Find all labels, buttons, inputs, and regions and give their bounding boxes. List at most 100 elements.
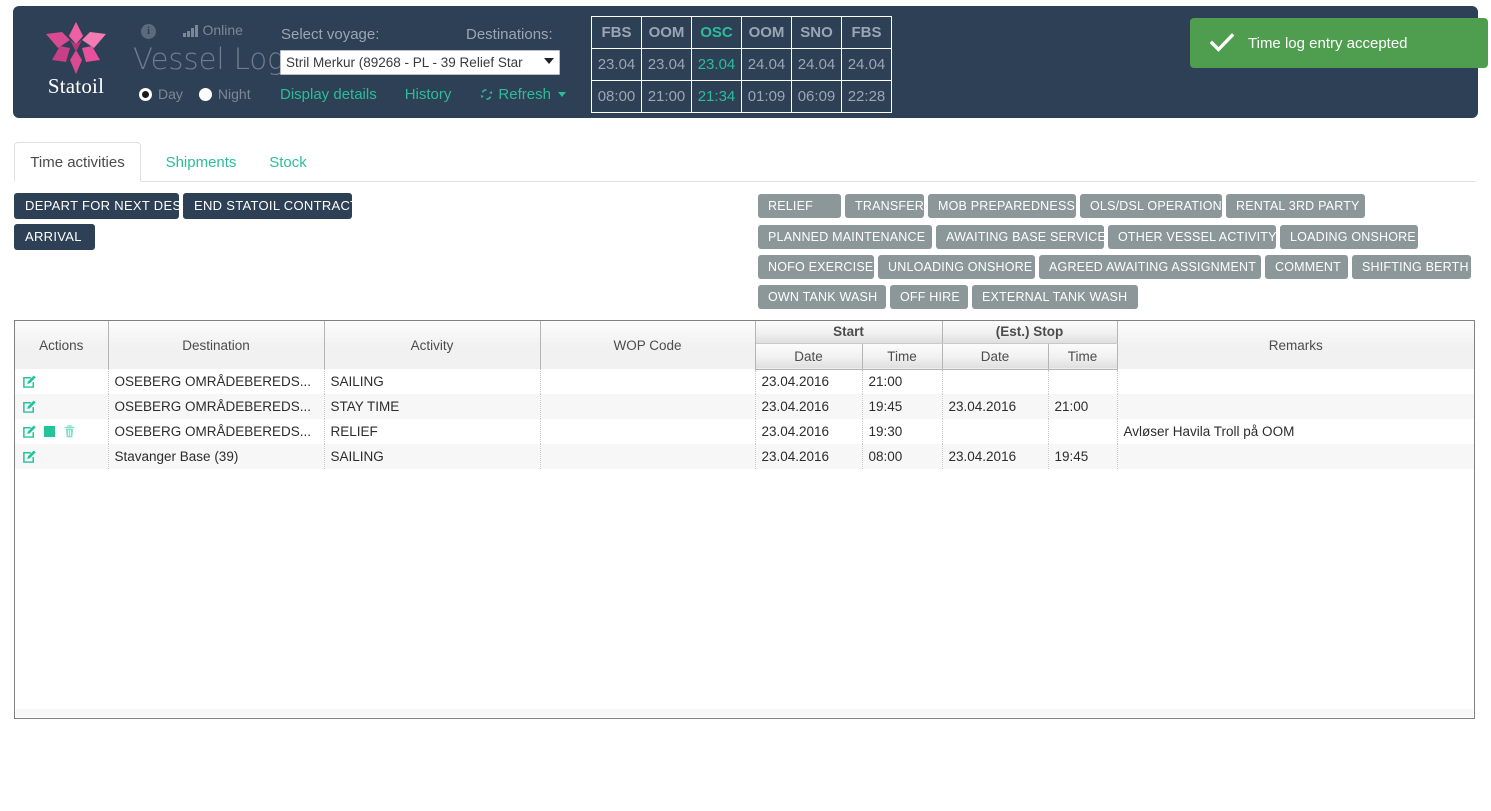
history-link[interactable]: History [405,86,452,103]
arrival-button[interactable]: ARRIVAL [14,224,95,250]
destinations-time-row: 08:00 21:00 21:34 01:09 06:09 22:28 [591,80,892,113]
dest-time-3: 01:09 [741,80,792,113]
cell-start-time: 21:00 [862,369,943,394]
voyage-select[interactable]: Stril Merkur (89268 - PL - 39 Relief Sta… [280,50,560,75]
activity-mob-preparedness-button[interactable]: MOB PREPAREDNESS [928,194,1076,218]
display-details-link[interactable]: Display details [280,86,377,103]
edit-icon[interactable] [22,374,37,389]
table-header-group-row: Actions Destination Activity WOP Code St… [15,321,1475,369]
dest-code-2: OSC [691,16,742,49]
day-night-toggle[interactable]: Day Night [139,86,261,102]
notification-message: Time log entry accepted [1248,34,1408,52]
cell-stop-time [1048,369,1118,394]
edit-icon[interactable] [22,424,37,439]
cell-start-date: 23.04.2016 [755,444,863,469]
dest-time-1: 21:00 [641,80,692,113]
col-activity: Activity [324,321,541,369]
tab-stock[interactable]: Stock [258,142,318,182]
activity-other-vessel-activity-button[interactable]: OTHER VESSEL ACTIVITY [1108,225,1276,249]
activity-awaiting-base-service-button[interactable]: AWAITING BASE SERVICE [936,225,1106,249]
row-actions [15,444,109,469]
cell-wop-code [540,444,756,469]
cell-stop-date [942,369,1049,394]
dest-time-2: 21:34 [691,80,742,113]
connection-status-label: Online [202,22,243,38]
activity-relief-button[interactable]: RELIEF [758,194,841,218]
dest-code-5: FBS [841,16,892,49]
activity-loading-onshore-button[interactable]: LOADING ONSHORE [1280,225,1418,249]
cell-activity: SAILING [324,444,541,469]
cell-activity: SAILING [324,369,541,394]
cell-wop-code [540,419,756,444]
chevron-down-icon [544,58,554,64]
tab-time-activities-label: Time activities [30,153,125,171]
activity-unloading-onshore-button[interactable]: UNLOADING ONSHORE [878,255,1035,279]
cell-destination: Stavanger Base (39) [108,444,325,469]
radio-night-label: Night [217,86,251,102]
row-actions [15,369,109,394]
info-icon[interactable]: i [141,24,156,39]
cell-wop-code [540,394,756,419]
radio-day-label: Day [158,86,183,102]
refresh-label: Refresh [498,86,551,103]
activity-rental-3rd-party-button[interactable]: RENTAL 3RD PARTY [1226,194,1365,218]
table-body: OSEBERG OMRÅDEBEREDS... SAILING 23.04.20… [15,369,1475,469]
cell-destination: OSEBERG OMRÅDEBEREDS... [108,419,325,444]
page-title: Vessel Log [133,42,285,76]
table-row: OSEBERG OMRÅDEBEREDS... SAILING 23.04.20… [15,369,1475,394]
signal-strength-icon [183,24,198,37]
end-statoil-contract-button[interactable]: END STATOIL CONTRACT [183,193,358,219]
row-actions [15,394,109,419]
col-group-start: Start [755,321,943,344]
notification-toast[interactable]: Time log entry accepted [1190,18,1488,68]
cell-stop-time: 19:45 [1048,444,1118,469]
cell-destination: OSEBERG OMRÅDEBEREDS... [108,394,325,419]
cell-activity: STAY TIME [324,394,541,419]
vessel-log-page: Statoil i Online Vessel Log Day Night Se… [0,0,1491,811]
activity-own-tank-wash-button[interactable]: OWN TANK WASH [758,285,886,309]
table-row: OSEBERG OMRÅDEBEREDS... RELIEF 23.04.201… [15,419,1475,444]
tab-bar: Time activities Shipments Stock [14,142,1475,182]
stop-icon[interactable] [44,426,55,437]
check-icon [1209,33,1235,53]
activity-ols-dsl-operation-button[interactable]: OLS/DSL OPERATION [1080,194,1222,218]
cell-start-time: 08:00 [862,444,943,469]
destinations-code-row: FBS OOM OSC OOM SNO FBS [591,16,892,49]
statoil-wordmark: Statoil [47,74,105,98]
activity-external-tank-wash-button[interactable]: EXTERNAL TANK WASH [972,285,1138,309]
col-start-date: Date [755,343,863,370]
activity-nofo-exercise-button[interactable]: NOFO EXERCISE [758,255,874,279]
table-empty-area [16,709,1473,717]
activity-comment-button[interactable]: COMMENT [1265,255,1348,279]
header-links: Display details History Refresh [280,86,566,103]
col-actions: Actions [15,321,109,369]
cell-start-date: 23.04.2016 [755,394,863,419]
activity-agreed-awaiting-assignment-button[interactable]: AGREED AWAITING ASSIGNMENT [1039,255,1261,279]
cell-stop-date: 23.04.2016 [942,394,1049,419]
dest-code-0: FBS [591,16,642,49]
radio-night[interactable] [198,87,212,101]
col-remarks: Remarks [1117,321,1475,369]
activity-shifting-berth-button[interactable]: SHIFTING BERTH [1352,255,1471,279]
cell-stop-date: 23.04.2016 [942,444,1049,469]
edit-icon[interactable] [22,449,37,464]
radio-day[interactable] [139,87,152,101]
app-header: Statoil i Online Vessel Log Day Night Se… [13,6,1488,118]
edit-icon[interactable] [22,399,37,414]
dest-date-5: 24.04 [841,48,892,81]
dest-date-4: 24.04 [791,48,842,81]
activity-planned-maintenance-button[interactable]: PLANNED MAINTENANCE [758,225,932,249]
tab-shipments[interactable]: Shipments [156,142,246,182]
destinations-label: Destinations: [466,26,553,43]
depart-for-next-dest-button[interactable]: DEPART FOR NEXT DEST [14,193,189,219]
tab-time-activities[interactable]: Time activities [14,142,141,182]
cell-activity: RELIEF [324,419,541,444]
delete-icon[interactable] [62,424,77,439]
refresh-button[interactable]: Refresh [479,86,566,103]
dest-date-0: 23.04 [591,48,642,81]
activity-transfer-button[interactable]: TRANSFER [845,194,924,218]
col-stop-time: Time [1048,343,1118,370]
tab-stock-label: Stock [269,153,307,171]
dest-date-3: 24.04 [741,48,792,81]
activity-off-hire-button[interactable]: OFF HIRE [890,285,968,309]
